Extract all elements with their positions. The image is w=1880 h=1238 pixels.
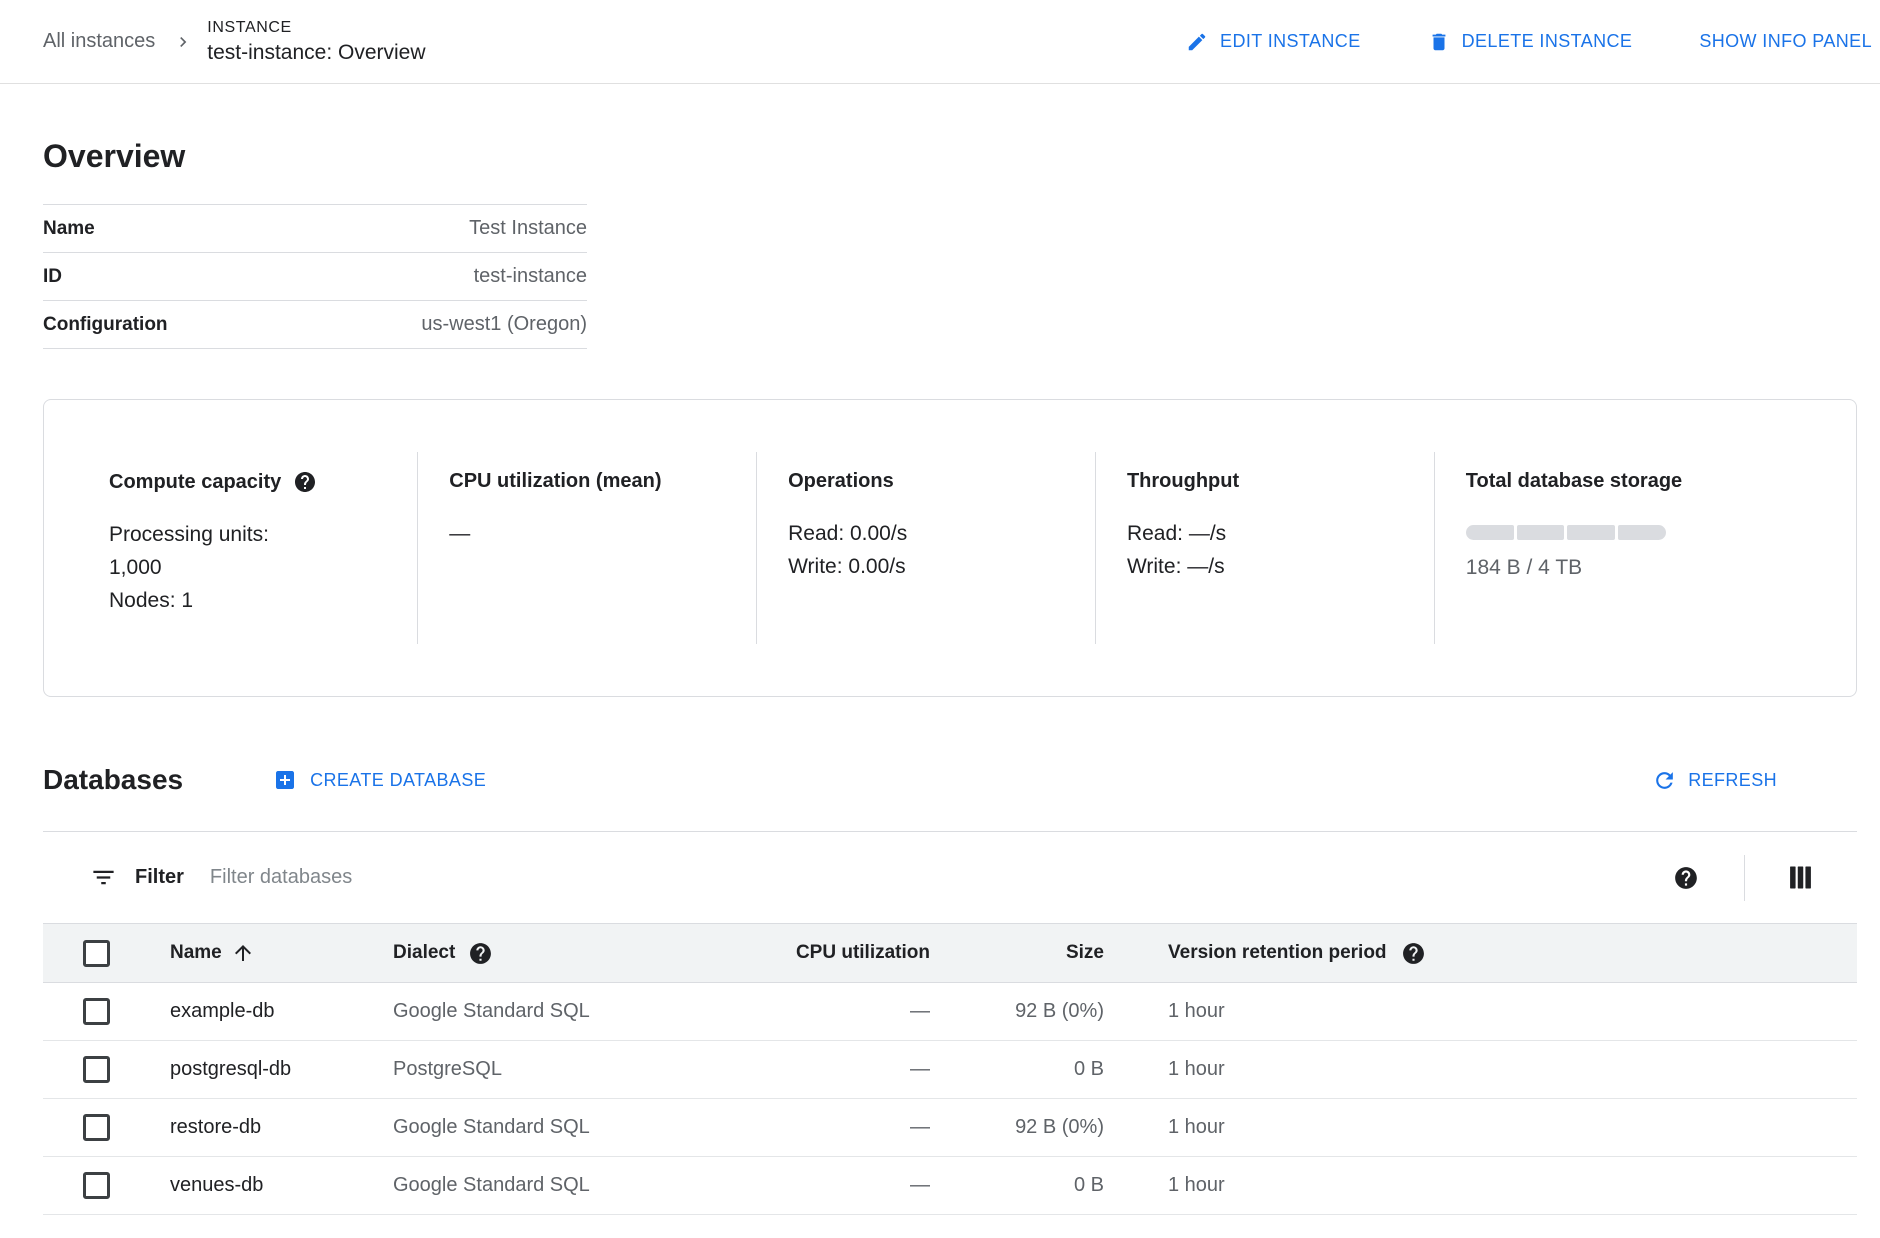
delete-instance-button[interactable]: DELETE INSTANCE xyxy=(1428,31,1633,53)
database-name[interactable]: restore-db xyxy=(170,1116,261,1139)
overview-table: Name Test Instance ID test-instance Conf… xyxy=(43,204,587,349)
database-dialect: Google Standard SQL xyxy=(393,1116,590,1139)
instance-metrics-card: Compute capacity Processing units: 1,000… xyxy=(43,399,1857,697)
database-retention: 1 hour xyxy=(1168,1174,1225,1197)
databases-heading: Databases xyxy=(43,764,183,796)
storage-bar-segment xyxy=(1618,525,1666,540)
header-name[interactable]: Name xyxy=(170,941,393,965)
top-app-bar: All instances INSTANCE test-instance: Ov… xyxy=(0,0,1880,84)
help-icon[interactable] xyxy=(468,941,493,966)
database-dialect: PostgreSQL xyxy=(393,1058,502,1081)
metric-total-database-storage: Total database storage 184 B / 4 TB xyxy=(1434,400,1856,696)
header-cpu-utilization: CPU utilization xyxy=(640,942,930,964)
filter-label: Filter xyxy=(135,866,184,889)
table-header-row: Name Dialect CPU utilization Size Versio… xyxy=(43,923,1857,983)
overview-heading: Overview xyxy=(43,136,1857,176)
database-cpu: — xyxy=(640,1116,930,1139)
storage-bar-segment xyxy=(1517,525,1565,540)
database-size: 92 B (0%) xyxy=(930,1116,1104,1139)
trash-icon xyxy=(1428,31,1450,53)
overview-row-id: ID test-instance xyxy=(43,253,587,301)
databases-table-card: Filter Name xyxy=(43,831,1857,1215)
chevron-right-icon xyxy=(173,32,193,52)
filter-row: Filter xyxy=(43,832,1857,923)
database-size: 0 B xyxy=(930,1174,1104,1197)
help-icon[interactable] xyxy=(1401,941,1426,966)
database-retention: 1 hour xyxy=(1168,1058,1225,1081)
filter-list-icon xyxy=(90,864,117,891)
table-row[interactable]: postgresql-db PostgreSQL — 0 B 1 hour xyxy=(43,1041,1857,1099)
header-size: Size xyxy=(930,942,1104,964)
header-checkbox-cell xyxy=(43,940,170,967)
storage-usage-text: 184 B / 4 TB xyxy=(1466,556,1836,580)
help-icon[interactable] xyxy=(293,470,317,494)
page-title: test-instance: Overview xyxy=(207,39,425,66)
database-name[interactable]: postgresql-db xyxy=(170,1058,291,1081)
metric-operations: Operations Read: 0.00/s Write: 0.00/s xyxy=(756,400,1095,696)
select-all-checkbox[interactable] xyxy=(83,940,110,967)
databases-section-head: Databases CREATE DATABASE REFRESH xyxy=(43,759,1857,801)
refresh-button[interactable]: REFRESH xyxy=(1652,768,1777,793)
pencil-icon xyxy=(1186,31,1208,53)
row-checkbox[interactable] xyxy=(83,1056,110,1083)
storage-bar-segment xyxy=(1567,525,1615,540)
header-version-retention-period: Version retention period xyxy=(1104,941,1857,966)
database-size: 0 B xyxy=(930,1058,1104,1081)
instance-kicker: INSTANCE xyxy=(207,17,425,39)
table-toolbar-right xyxy=(1673,855,1812,901)
metric-compute-capacity: Compute capacity Processing units: 1,000… xyxy=(44,400,417,696)
show-info-panel-button[interactable]: SHOW INFO PANEL xyxy=(1699,31,1872,52)
filter-databases-input[interactable] xyxy=(210,866,1673,889)
database-cpu: — xyxy=(640,1000,930,1023)
database-cpu: — xyxy=(640,1174,930,1197)
header-dialect: Dialect xyxy=(393,941,640,966)
refresh-icon xyxy=(1652,768,1677,793)
overview-row-configuration: Configuration us-west1 (Oregon) xyxy=(43,301,587,349)
database-dialect: Google Standard SQL xyxy=(393,1174,590,1197)
metric-cpu-utilization: CPU utilization (mean) — xyxy=(417,400,756,696)
page-title-block: INSTANCE test-instance: Overview xyxy=(207,17,425,66)
table-row[interactable]: example-db Google Standard SQL — 92 B (0… xyxy=(43,983,1857,1041)
database-dialect: Google Standard SQL xyxy=(393,1000,590,1023)
help-icon[interactable] xyxy=(1673,865,1699,891)
breadcrumb-all-instances[interactable]: All instances xyxy=(43,30,155,53)
table-row[interactable]: restore-db Google Standard SQL — 92 B (0… xyxy=(43,1099,1857,1157)
table-row[interactable]: venues-db Google Standard SQL — 0 B 1 ho… xyxy=(43,1157,1857,1215)
storage-bar-segment xyxy=(1466,525,1514,540)
topbar-actions: EDIT INSTANCE DELETE INSTANCE SHOW INFO … xyxy=(1186,31,1872,53)
database-name[interactable]: example-db xyxy=(170,1000,275,1023)
add-box-icon xyxy=(273,768,297,792)
database-cpu: — xyxy=(640,1058,930,1081)
row-checkbox[interactable] xyxy=(83,1114,110,1141)
sort-ascending-icon xyxy=(231,941,255,965)
database-retention: 1 hour xyxy=(1168,1116,1225,1139)
metric-throughput: Throughput Read: —/s Write: —/s xyxy=(1095,400,1434,696)
row-checkbox[interactable] xyxy=(83,998,110,1025)
database-name[interactable]: venues-db xyxy=(170,1174,263,1197)
storage-capacity-bar xyxy=(1466,525,1666,540)
row-checkbox[interactable] xyxy=(83,1172,110,1199)
database-retention: 1 hour xyxy=(1168,1000,1225,1023)
edit-instance-button[interactable]: EDIT INSTANCE xyxy=(1186,31,1361,53)
column-display-options-icon[interactable] xyxy=(1789,864,1812,891)
toolbar-divider xyxy=(1744,855,1745,901)
create-database-button[interactable]: CREATE DATABASE xyxy=(273,768,486,792)
database-size: 92 B (0%) xyxy=(930,1000,1104,1023)
overview-row-name: Name Test Instance xyxy=(43,205,587,253)
